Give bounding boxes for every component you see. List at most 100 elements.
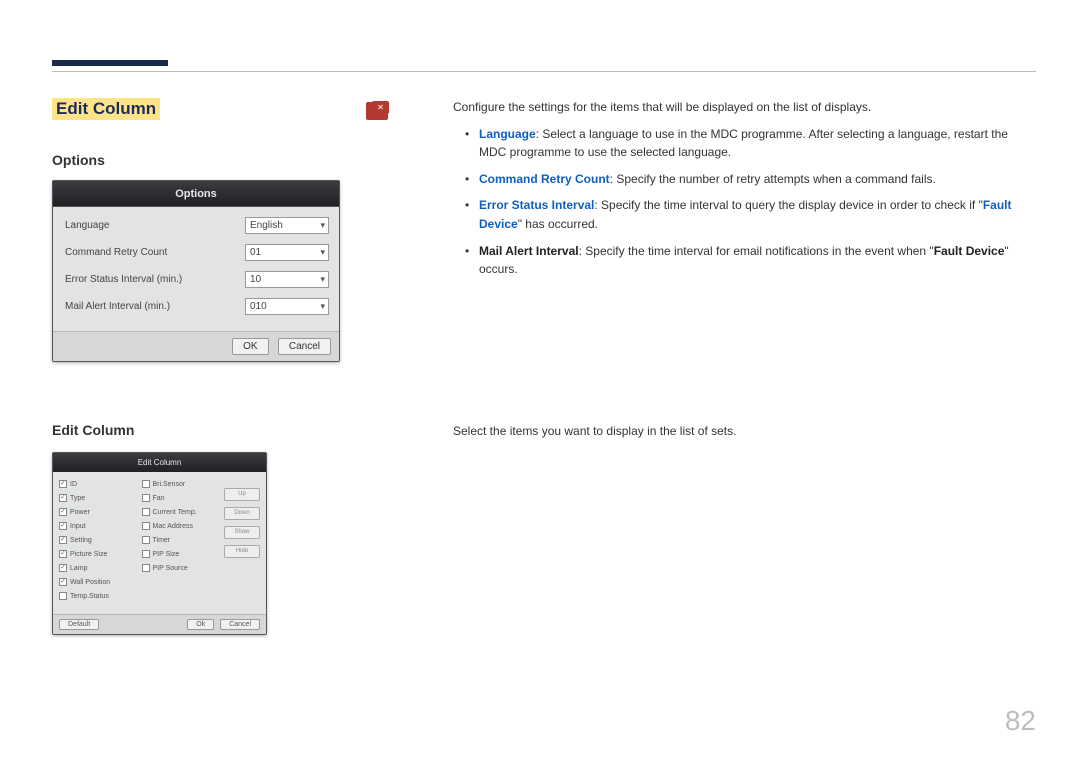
- checkbox-label: ID: [70, 481, 77, 488]
- checkbox-item[interactable]: ✓Power: [59, 508, 142, 516]
- options-heading: Options: [52, 152, 392, 168]
- edit-column-right-list: Bri.Sensor Fan Current Temp. Mac Address Tim…: [142, 480, 225, 606]
- checkbox-item[interactable]: PIP Source: [142, 564, 225, 572]
- retry-count-label: Command Retry Count: [65, 247, 245, 258]
- checkbox-item[interactable]: Fan: [142, 494, 225, 502]
- edit-column-desc: Select the items you want to display in …: [453, 424, 1033, 438]
- error-desc-text1: : Specify the time interval to query the…: [594, 198, 982, 212]
- checkbox-icon[interactable]: [142, 522, 150, 530]
- mail-keyword: Mail Alert Interval: [479, 244, 579, 258]
- checkbox-icon[interactable]: [142, 508, 150, 516]
- checkbox-label: Fan: [153, 495, 165, 502]
- hide-button[interactable]: Hide: [224, 545, 260, 558]
- cancel-button[interactable]: Cancel: [220, 619, 260, 630]
- retry-count-select[interactable]: 01: [245, 244, 329, 261]
- options-intro-text: Configure the settings for the items tha…: [453, 98, 1033, 117]
- language-desc: Language: Select a language to use in th…: [453, 125, 1033, 162]
- checkbox-icon[interactable]: [59, 592, 67, 600]
- checkbox-label: Bri.Sensor: [153, 481, 186, 488]
- error-desc-text2: " has occurred.: [518, 217, 598, 231]
- down-button[interactable]: Down: [224, 507, 260, 520]
- checkbox-item[interactable]: Mac Address: [142, 522, 225, 530]
- cancel-button[interactable]: Cancel: [278, 338, 331, 355]
- ok-button[interactable]: Ok: [187, 619, 214, 630]
- default-button[interactable]: Default: [59, 619, 99, 630]
- checkbox-icon[interactable]: ✓: [59, 578, 67, 586]
- checkbox-icon[interactable]: [142, 536, 150, 544]
- mail-desc-text1: : Specify the time interval for email no…: [579, 244, 934, 258]
- language-desc-text: : Select a language to use in the MDC pr…: [479, 127, 1008, 160]
- language-label: Language: [65, 220, 245, 231]
- checkbox-icon[interactable]: ✓: [59, 480, 67, 488]
- mail-interval-select[interactable]: 010: [245, 298, 329, 315]
- checkbox-item[interactable]: ✓Picture Size: [59, 550, 142, 558]
- checkbox-item[interactable]: Temp.Status: [59, 592, 142, 600]
- language-keyword: Language: [479, 127, 536, 141]
- error-interval-label: Error Status Interval (min.): [65, 274, 245, 285]
- checkbox-label: PIP Source: [153, 565, 188, 572]
- retry-keyword: Command Retry Count: [479, 172, 610, 186]
- checkbox-item[interactable]: ✓Setting: [59, 536, 142, 544]
- checkbox-icon[interactable]: [142, 550, 150, 558]
- checkbox-icon[interactable]: ✓: [59, 494, 67, 502]
- checkbox-label: Power: [70, 509, 90, 516]
- edit-column-left-list: ✓ID✓Type✓Power✓Input✓Setting✓Picture Siz…: [59, 480, 142, 606]
- checkbox-label: Input: [70, 523, 86, 530]
- checkbox-icon[interactable]: ✓: [59, 522, 67, 530]
- edit-column-heading: Edit Column: [52, 422, 392, 438]
- mail-desc: Mail Alert Interval: Specify the time in…: [453, 242, 1033, 279]
- checkbox-icon[interactable]: ✓: [59, 550, 67, 558]
- checkbox-icon[interactable]: ✓: [59, 536, 67, 544]
- options-dialog-title: Options: [53, 181, 339, 207]
- checkbox-icon[interactable]: [142, 480, 150, 488]
- error-keyword: Error Status Interval: [479, 198, 594, 212]
- edit-column-dialog: Edit Column ✕ ✓ID✓Type✓Power✓Input✓Setti…: [52, 452, 267, 635]
- checkbox-label: Lamp: [70, 565, 88, 572]
- checkbox-icon[interactable]: ✓: [59, 508, 67, 516]
- checkbox-item[interactable]: PIP Size: [142, 550, 225, 558]
- show-button[interactable]: Show: [224, 526, 260, 539]
- checkbox-icon[interactable]: [142, 564, 150, 572]
- options-dialog-body: Language English Command Retry Count 01 …: [53, 207, 339, 331]
- checkbox-label: Timer: [153, 537, 171, 544]
- checkbox-label: Current Temp.: [153, 509, 197, 516]
- ok-button[interactable]: OK: [232, 338, 268, 355]
- checkbox-icon[interactable]: ✓: [59, 564, 67, 572]
- edit-column-dialog-title: Edit Column: [53, 453, 266, 472]
- options-dialog-footer: OK Cancel: [53, 331, 339, 361]
- checkbox-item[interactable]: ✓Lamp: [59, 564, 142, 572]
- up-button[interactable]: Up: [224, 488, 260, 501]
- checkbox-icon[interactable]: [142, 494, 150, 502]
- mail-interval-label: Mail Alert Interval (min.): [65, 301, 245, 312]
- options-dialog: Options ✕ Language English Command Retry…: [52, 180, 340, 362]
- header-accent-bar: [52, 60, 168, 66]
- checkbox-item[interactable]: ✓Type: [59, 494, 142, 502]
- page-title: Edit Column: [52, 98, 160, 120]
- checkbox-label: PIP Size: [153, 551, 180, 558]
- checkbox-item[interactable]: ✓ID: [59, 480, 142, 488]
- close-icon[interactable]: ✕: [372, 101, 389, 114]
- checkbox-item[interactable]: ✓Input: [59, 522, 142, 530]
- checkbox-item[interactable]: Current Temp.: [142, 508, 225, 516]
- checkbox-label: Wall Position: [70, 579, 110, 586]
- checkbox-label: Temp.Status: [70, 593, 109, 600]
- left-column: Edit Column Options Options ✕ Language E…: [52, 98, 392, 635]
- retry-desc: Command Retry Count: Specify the number …: [453, 170, 1033, 189]
- header-divider: [52, 71, 1036, 72]
- right-column: Configure the settings for the items tha…: [453, 98, 1033, 287]
- checkbox-label: Setting: [70, 537, 92, 544]
- checkbox-item[interactable]: Timer: [142, 536, 225, 544]
- edit-column-side-buttons: Up Down Show Hide: [224, 480, 260, 606]
- fault-device-keyword: Fault Device: [934, 244, 1005, 258]
- edit-column-desc-text: Select the items you want to display in …: [453, 424, 1033, 438]
- error-interval-select[interactable]: 10: [245, 271, 329, 288]
- error-desc: Error Status Interval: Specify the time …: [453, 196, 1033, 233]
- language-select[interactable]: English: [245, 217, 329, 234]
- page-number: 82: [1005, 705, 1036, 737]
- checkbox-item[interactable]: Bri.Sensor: [142, 480, 225, 488]
- checkbox-label: Mac Address: [153, 523, 193, 530]
- checkbox-item[interactable]: ✓Wall Position: [59, 578, 142, 586]
- checkbox-label: Type: [70, 495, 85, 502]
- retry-desc-text: : Specify the number of retry attempts w…: [610, 172, 936, 186]
- checkbox-label: Picture Size: [70, 551, 107, 558]
